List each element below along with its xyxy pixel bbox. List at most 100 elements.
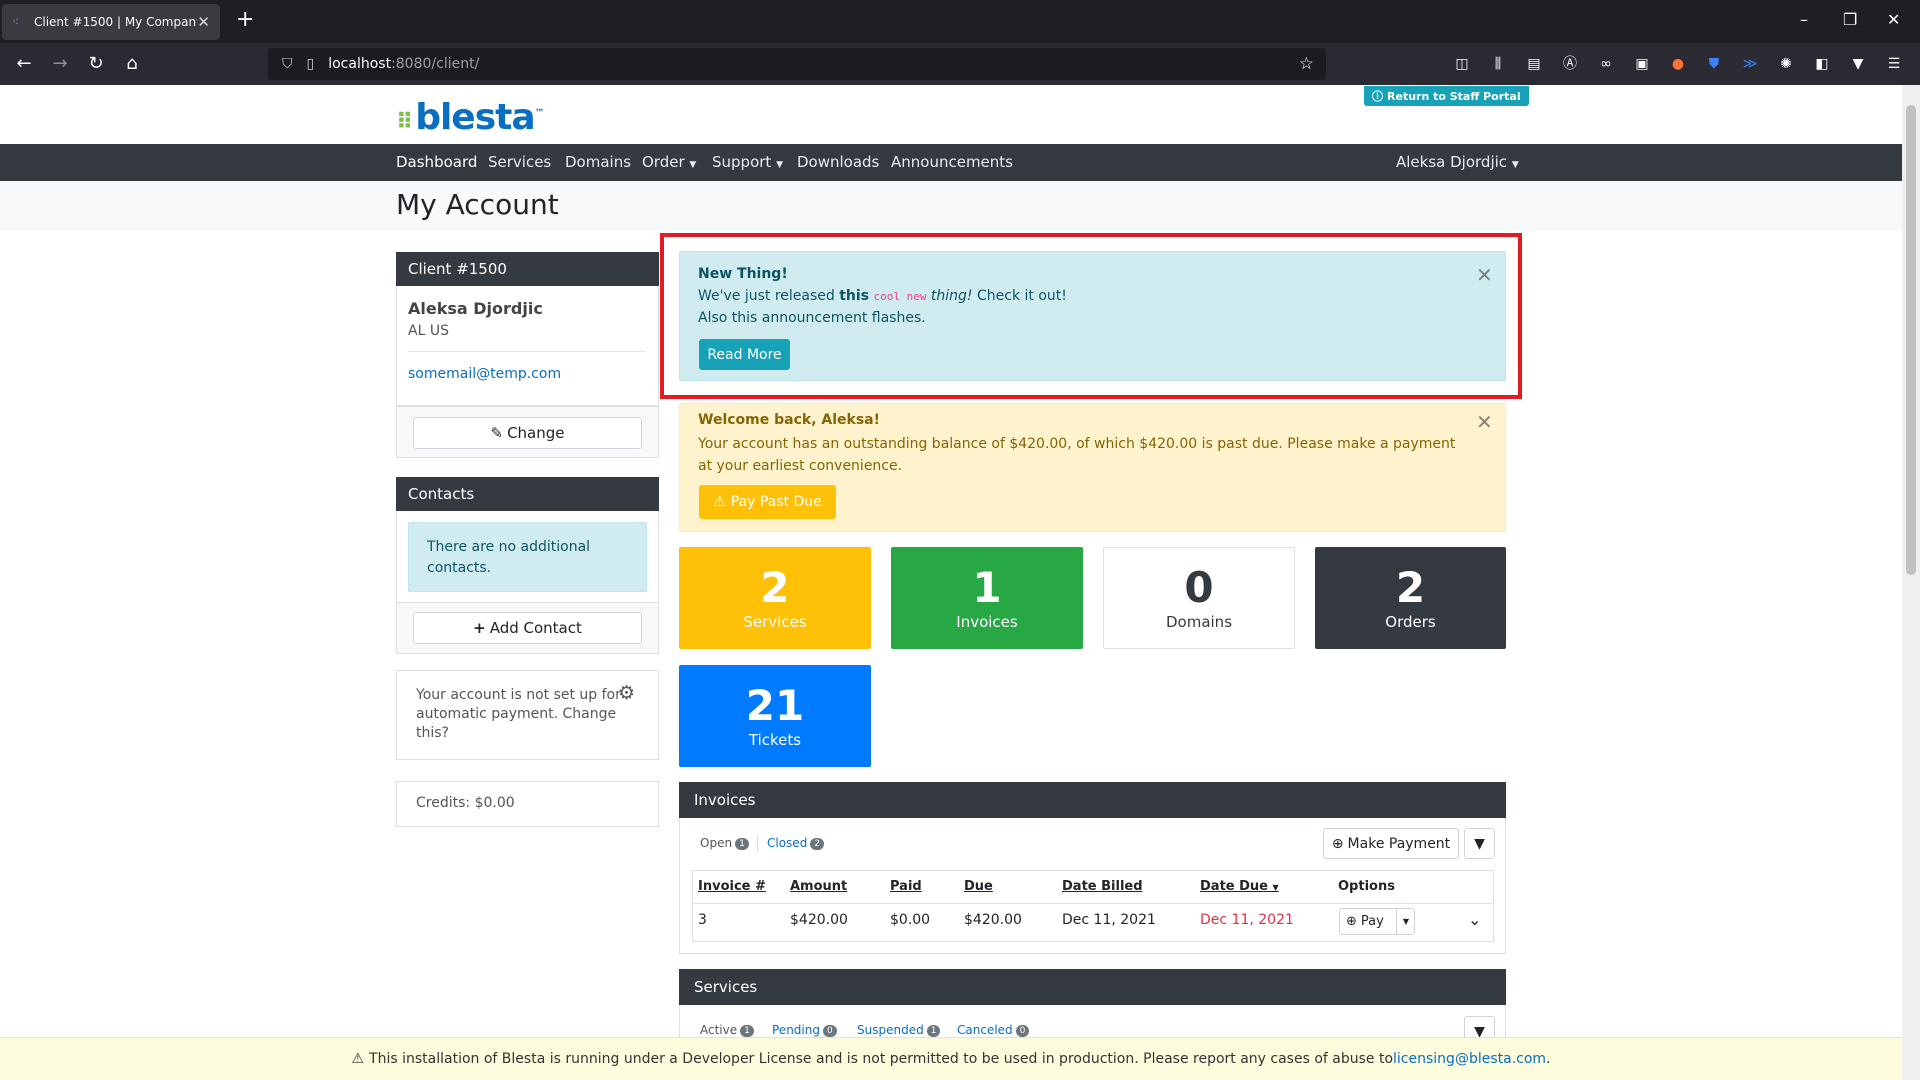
divider	[408, 351, 646, 352]
extension-gray-icon[interactable]: ▣	[1632, 54, 1652, 74]
client-location: AL US	[408, 323, 449, 339]
back-icon[interactable]: ←	[12, 52, 36, 76]
services-tab-suspended[interactable]: Suspended 1	[857, 1023, 941, 1037]
pay-dropdown-toggle[interactable]: ▼	[1396, 908, 1415, 935]
stat-domains[interactable]: 0 Domains	[1103, 547, 1295, 649]
blesta-favicon-icon: ⁖	[12, 15, 20, 29]
nav-domains[interactable]: Domains	[565, 153, 631, 171]
nav-dashboard[interactable]: Dashboard	[396, 153, 477, 171]
tab-pending-count: 0	[822, 1024, 837, 1037]
cell-paid: $0.00	[890, 912, 931, 928]
filter-button[interactable]: ▼	[1464, 828, 1495, 859]
gear-icon[interactable]: ⚙	[618, 682, 635, 704]
col-paid[interactable]: Paid	[890, 879, 922, 894]
library-icon[interactable]: ⫼	[1488, 54, 1508, 74]
browser-tab[interactable]: ⁖ Client #1500 | My Company ✕	[2, 4, 220, 40]
make-payment-button[interactable]: ⊕ Make Payment	[1323, 828, 1459, 859]
sort-caret-icon: ▼	[1272, 883, 1279, 892]
nav-order-label: Order	[642, 153, 685, 171]
client-email-link[interactable]: somemail@temp.com	[408, 366, 561, 382]
page-scrollbar[interactable]	[1902, 85, 1920, 1080]
blesta-logo[interactable]: ⠿ blesta™	[396, 97, 545, 138]
stat-domains-label: Domains	[1165, 613, 1233, 631]
services-tab-active[interactable]: Active 1	[700, 1023, 754, 1037]
extension-react-icon[interactable]: ✺	[1776, 54, 1796, 74]
col-date-billed[interactable]: Date Billed	[1062, 879, 1143, 894]
services-tab-pending[interactable]: Pending 0	[772, 1023, 837, 1037]
shield-icon[interactable]: ⛉	[282, 56, 293, 72]
license-email-link[interactable]: licensing@blesta.com	[1393, 1051, 1546, 1067]
account-icon[interactable]: Ⓐ	[1560, 54, 1580, 74]
tab-suspended-label: Suspended	[857, 1023, 924, 1037]
nav-user-menu[interactable]: Aleksa Djordjic ▼	[1396, 153, 1519, 171]
home-icon[interactable]: ⌂	[120, 52, 144, 76]
nav-announcements[interactable]: Announcements	[891, 153, 1013, 171]
reload-icon[interactable]: ↻	[84, 52, 108, 76]
plus-circle-icon: ⊕	[1331, 835, 1344, 852]
tab-suspended-count: 1	[926, 1024, 941, 1037]
sidebar-icon[interactable]: ▤	[1524, 54, 1544, 74]
nav-support-label: Support	[712, 153, 772, 171]
client-card-header: Client #1500	[396, 252, 659, 286]
col-due[interactable]: Due	[964, 879, 993, 894]
services-tab-canceled[interactable]: Canceled 0	[957, 1023, 1030, 1037]
return-to-staff-portal-button[interactable]: ⓘ Return to Staff Portal	[1364, 86, 1529, 106]
invoices-tab-open[interactable]: Open 1	[700, 836, 749, 850]
nav-downloads[interactable]: Downloads	[797, 153, 879, 171]
stat-services[interactable]: 2 Services	[679, 547, 871, 649]
pay-label: Pay	[1360, 914, 1384, 929]
extension-orange-icon[interactable]: ●	[1668, 54, 1688, 74]
add-contact-button[interactable]: + Add Contact	[413, 612, 642, 644]
close-window-icon[interactable]: ✕	[1887, 10, 1900, 29]
ublock-icon[interactable]: ⛊	[1704, 54, 1724, 74]
col-invoice-number[interactable]: Invoice #	[698, 879, 766, 894]
expand-row-icon[interactable]: ⌄	[1468, 910, 1481, 929]
stat-orders-count: 2	[1395, 563, 1426, 612]
minimize-icon[interactable]: –	[1800, 10, 1808, 29]
new-tab-icon[interactable]: +	[236, 8, 254, 32]
nav-user-name: Aleksa Djordjic	[1396, 153, 1508, 171]
make-payment-label: Make Payment	[1347, 835, 1451, 852]
pocket-icon[interactable]: ◫	[1452, 54, 1472, 74]
forward-icon[interactable]: →	[48, 52, 72, 76]
autopay-text[interactable]: Your account is not set up for automatic…	[416, 686, 626, 743]
extension-chevrons-icon[interactable]: ≫	[1740, 54, 1760, 74]
filter-icon: ▼	[1474, 835, 1485, 852]
page-icon: ▯	[306, 56, 315, 72]
nav-order[interactable]: Order ▼	[642, 153, 696, 171]
stat-invoices[interactable]: 1 Invoices	[891, 547, 1083, 649]
scrollbar-thumb[interactable]	[1906, 105, 1916, 575]
browser-tab-bar	[0, 0, 1920, 43]
tab-separator	[757, 834, 758, 852]
cell-amount: $420.00	[790, 912, 848, 928]
restore-icon[interactable]: ❐	[1843, 10, 1857, 29]
nav-services[interactable]: Services	[488, 153, 551, 171]
no-contacts-alert: There are no additional contacts.	[408, 522, 647, 592]
col-amount[interactable]: Amount	[790, 879, 847, 894]
stat-orders[interactable]: 2 Orders	[1315, 547, 1506, 649]
pay-past-due-button[interactable]: ⚠ Pay Past Due	[699, 485, 836, 519]
tab-active-count: 1	[740, 1024, 754, 1037]
page-title: My Account	[396, 188, 559, 221]
extension-tag-icon[interactable]: ◧	[1812, 54, 1832, 74]
cell-date-billed: Dec 11, 2021	[1062, 912, 1156, 928]
tab-closed-label: Closed	[767, 836, 808, 850]
close-tab-icon[interactable]: ✕	[197, 13, 210, 31]
tab-closed-count: 2	[810, 837, 825, 850]
caret-down-icon: ▼	[1402, 917, 1410, 926]
caret-down-icon: ▼	[776, 160, 783, 170]
extension-glasses-icon[interactable]: ∞	[1596, 54, 1616, 74]
bookmark-star-icon[interactable]: ☆	[1299, 54, 1314, 74]
tab-pending-label: Pending	[772, 1023, 820, 1037]
change-button[interactable]: ✎ Change	[413, 417, 642, 449]
extension-v-icon[interactable]: ▼	[1848, 54, 1868, 74]
menu-icon[interactable]: ☰	[1884, 54, 1904, 74]
url-bar[interactable]: ⛉ ▯ localhost:8080/client/ ☆	[268, 48, 1326, 80]
nav-support[interactable]: Support ▼	[712, 153, 783, 171]
stat-tickets[interactable]: 21 Tickets	[679, 665, 871, 767]
stat-invoices-label: Invoices	[956, 613, 1018, 631]
close-welcome-icon[interactable]: ✕	[1476, 410, 1493, 434]
invoices-tab-closed[interactable]: Closed 2	[767, 836, 825, 850]
col-date-due[interactable]: Date Due ▼	[1200, 879, 1279, 894]
invoices-header: Invoices	[679, 782, 1506, 818]
